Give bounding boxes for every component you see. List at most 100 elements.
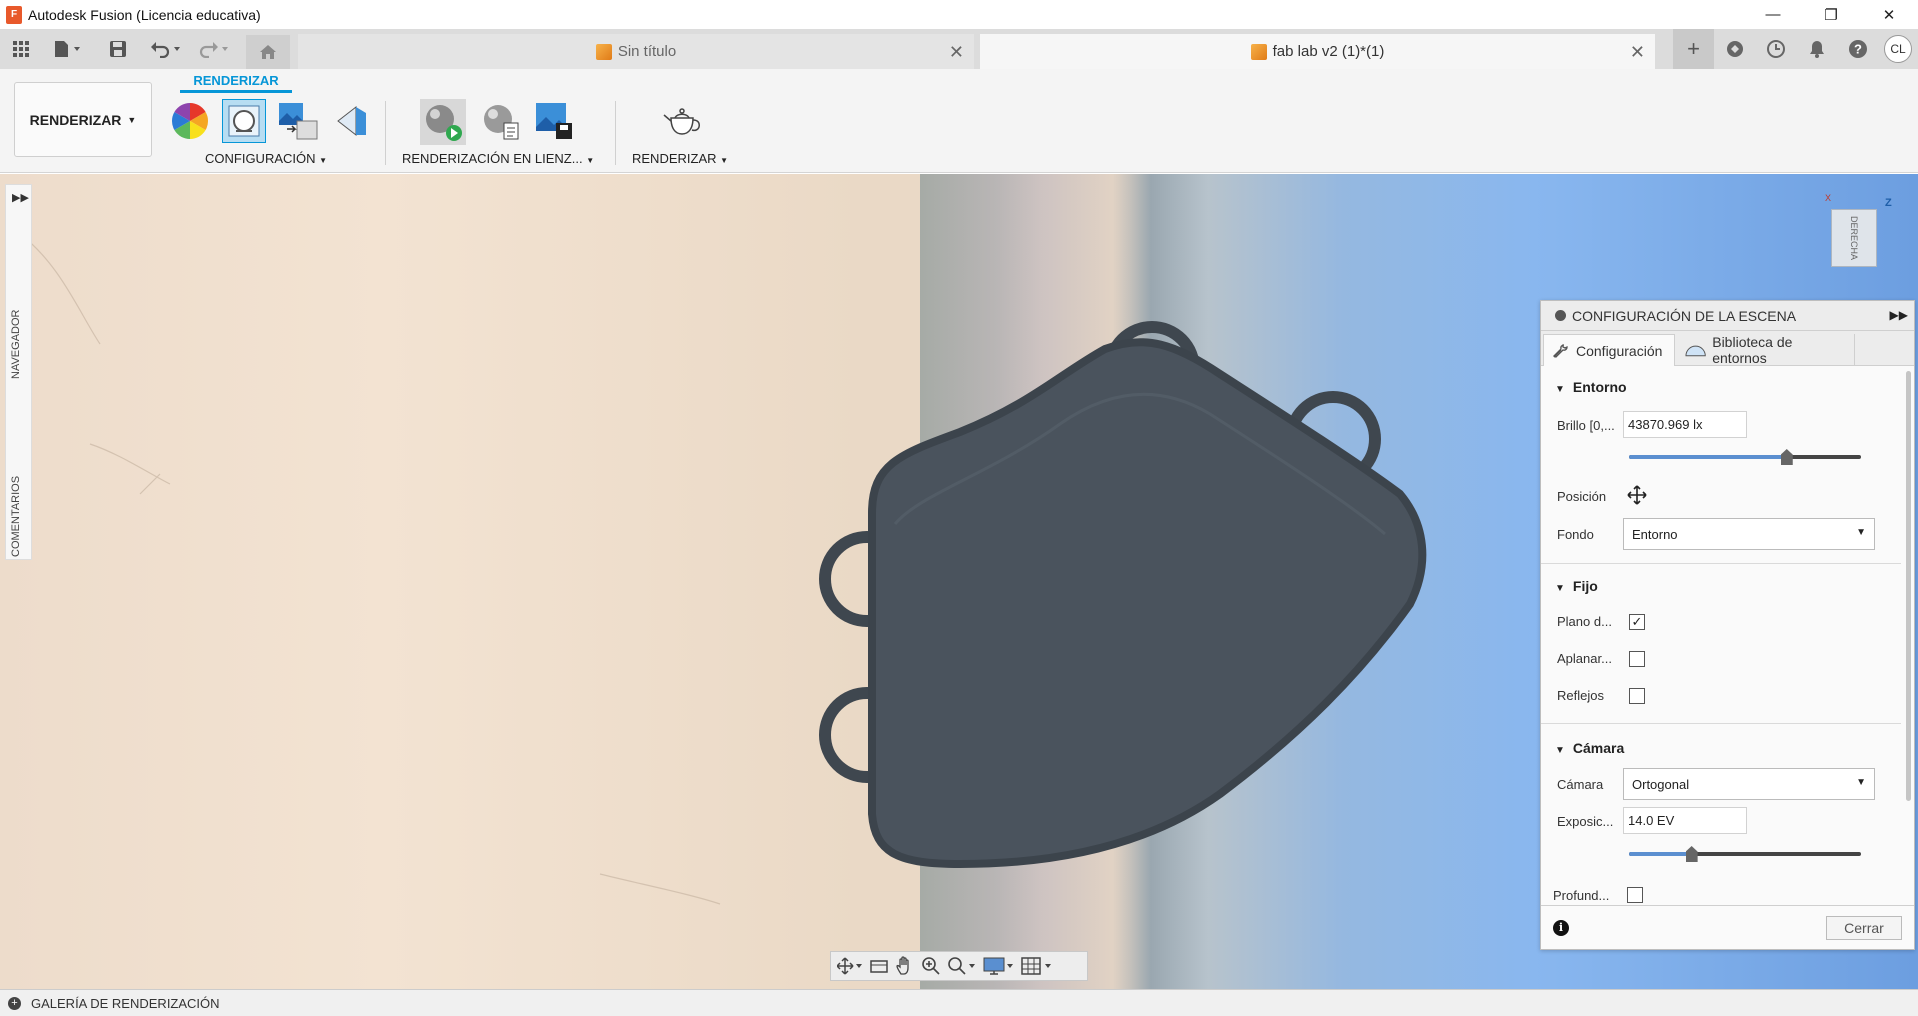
z-axis-label: Z [1885, 197, 1892, 209]
render-gallery-bar[interactable]: + GALERÍA DE RENDERIZACIÓN [0, 989, 1918, 1016]
group-configuracion-label[interactable]: CONFIGURACIÓN ▼ [205, 151, 327, 166]
ground-plane-icon[interactable] [332, 101, 372, 141]
panel-tabs: Configuración Biblioteca de entornos [1541, 331, 1914, 366]
fit-zoom-icon[interactable] [947, 955, 977, 977]
expand-panel-icon[interactable]: ▶▶ [12, 191, 29, 204]
dropdown-arrow-icon: ▼ [1856, 527, 1866, 538]
group-renderizacion-lienzo-label[interactable]: RENDERIZACIÓN EN LIENZ... ▼ [402, 151, 594, 166]
side-panel-strip: ▶▶ NAVEGADOR COMENTARIOS [5, 184, 32, 560]
close-window-button[interactable]: ✕ [1860, 0, 1918, 29]
model-body [868, 338, 1427, 869]
flatten-ground-label: Aplanar... [1557, 651, 1612, 666]
look-at-icon[interactable] [869, 955, 889, 977]
close-panel-button[interactable]: Cerrar [1826, 916, 1902, 940]
expand-plus-icon[interactable]: + [8, 996, 21, 1010]
window-title: Autodesk Fusion (Licencia educativa) [28, 6, 261, 23]
capture-image-icon[interactable] [532, 101, 576, 141]
brightness-slider[interactable] [1629, 449, 1861, 465]
viewcube-face[interactable]: DERECHA [1831, 209, 1877, 267]
tab-sin-titulo[interactable]: Sin título ✕ [298, 34, 974, 69]
design-cube-icon [595, 43, 612, 60]
exposure-slider-knob[interactable] [1685, 846, 1698, 862]
close-tab-icon[interactable]: ✕ [1630, 42, 1645, 63]
workspace-switcher-button[interactable]: RENDERIZAR ▼ [14, 82, 152, 157]
wrench-icon [1552, 343, 1568, 358]
collapse-triangle-icon: ▼ [1555, 384, 1565, 395]
pan-hand-icon[interactable] [895, 955, 915, 977]
flatten-ground-checkbox[interactable] [1629, 651, 1645, 667]
display-settings-icon[interactable] [983, 955, 1015, 977]
user-avatar[interactable]: CL [1884, 35, 1912, 63]
comments-label[interactable]: COMENTARIOS [10, 476, 22, 557]
move-arrows-icon[interactable] [1627, 485, 1647, 508]
background-label: Fondo [1557, 527, 1594, 542]
section-entorno[interactable]: ▼ Entorno [1555, 379, 1627, 395]
panel-collapse-icon[interactable] [1555, 310, 1566, 321]
tab-configuracion[interactable]: Configuración [1543, 334, 1675, 366]
panel-footer: i Cerrar [1541, 905, 1914, 949]
header-actions: + ? CL [1673, 29, 1918, 69]
group-renderizar-label[interactable]: RENDERIZAR ▼ [632, 151, 728, 166]
file-menu-icon[interactable] [48, 37, 88, 61]
toolbar-separator [385, 101, 386, 165]
undo-icon[interactable] [146, 37, 186, 61]
appearance-color-wheel-icon[interactable] [170, 101, 210, 141]
section-camara[interactable]: ▼ Cámara [1555, 740, 1624, 756]
reflections-checkbox[interactable] [1629, 688, 1645, 704]
in-canvas-render-start-icon[interactable] [420, 99, 466, 145]
camera-label: Cámara [1557, 777, 1604, 792]
extensions-icon[interactable] [1714, 29, 1755, 69]
brightness-input[interactable]: 43870.969 lx [1623, 411, 1747, 438]
scene-settings-panel: CONFIGURACIÓN DE LA ESCENA ▶▶ Configurac… [1540, 300, 1915, 950]
maximize-button[interactable]: ❐ [1802, 0, 1860, 29]
exposure-slider[interactable] [1629, 846, 1861, 862]
tab-label: Configuración [1576, 342, 1663, 359]
tab-label: fab lab v2 (1)*(1) [1272, 43, 1385, 60]
zoom-icon[interactable] [921, 955, 941, 977]
job-status-clock-icon[interactable] [1755, 29, 1796, 69]
save-icon[interactable] [106, 37, 130, 61]
tab-fab-lab[interactable]: fab lab v2 (1)*(1) ✕ [980, 34, 1655, 69]
x-axis-label: X [1825, 193, 1832, 203]
minimize-button[interactable]: — [1744, 0, 1802, 29]
navigator-label[interactable]: NAVEGADOR [10, 310, 22, 379]
panel-scrollbar[interactable] [1906, 371, 1911, 801]
tab-label: Sin título [617, 43, 677, 60]
texture-map-icon[interactable] [276, 101, 320, 141]
new-tab-plus-icon[interactable]: + [1673, 29, 1714, 69]
scene-settings-icon[interactable] [222, 99, 266, 143]
close-tab-icon[interactable]: ✕ [949, 42, 964, 63]
brightness-label: Brillo [0,... [1557, 418, 1615, 433]
brightness-slider-knob[interactable] [1780, 449, 1793, 465]
in-canvas-render-settings-icon[interactable] [478, 101, 522, 141]
ground-plane-checkbox[interactable]: ✓ [1629, 614, 1645, 630]
ribbon-tab-renderizar[interactable]: RENDERIZAR [180, 73, 292, 93]
render-gallery-label: GALERÍA DE RENDERIZACIÓN [31, 995, 220, 1011]
section-fijo[interactable]: ▼ Fijo [1555, 578, 1598, 594]
home-icon[interactable] [246, 35, 290, 69]
reflections-label: Reflejos [1557, 688, 1604, 703]
toolbar-separator [615, 101, 616, 165]
render-teapot-icon[interactable] [660, 101, 706, 141]
help-icon[interactable]: ? [1837, 29, 1878, 69]
info-icon[interactable]: i [1553, 920, 1569, 936]
background-select[interactable]: Entorno ▼ [1623, 518, 1875, 550]
exposure-input[interactable]: 14.0 EV [1623, 807, 1747, 834]
svg-text:?: ? [1854, 42, 1862, 57]
viewcube[interactable]: DERECHA Z X [1815, 193, 1895, 267]
ribbon-toolbar: RENDERIZAR ▼ RENDERIZAR CONFIGURACIÓN ▼ … [0, 69, 1918, 173]
tab-biblioteca-entornos[interactable]: Biblioteca de entornos [1677, 334, 1855, 366]
collapse-triangle-icon: ▼ [1555, 583, 1565, 594]
camera-type-select[interactable]: Ortogonal ▼ [1623, 768, 1875, 800]
exposure-label: Exposic... [1557, 814, 1614, 829]
orbit-icon[interactable] [837, 955, 863, 977]
panel-expand-icon[interactable]: ▶▶ [1890, 308, 1908, 322]
app-grid-icon[interactable] [8, 37, 34, 61]
redo-icon[interactable] [194, 37, 234, 61]
camera-select-value: Ortogonal [1632, 777, 1690, 792]
grid-settings-icon[interactable] [1021, 955, 1053, 977]
window-controls: — ❐ ✕ [1744, 0, 1918, 29]
depth-of-field-checkbox[interactable] [1627, 887, 1643, 903]
notifications-bell-icon[interactable] [1796, 29, 1837, 69]
panel-title: CONFIGURACIÓN DE LA ESCENA [1572, 307, 1797, 324]
